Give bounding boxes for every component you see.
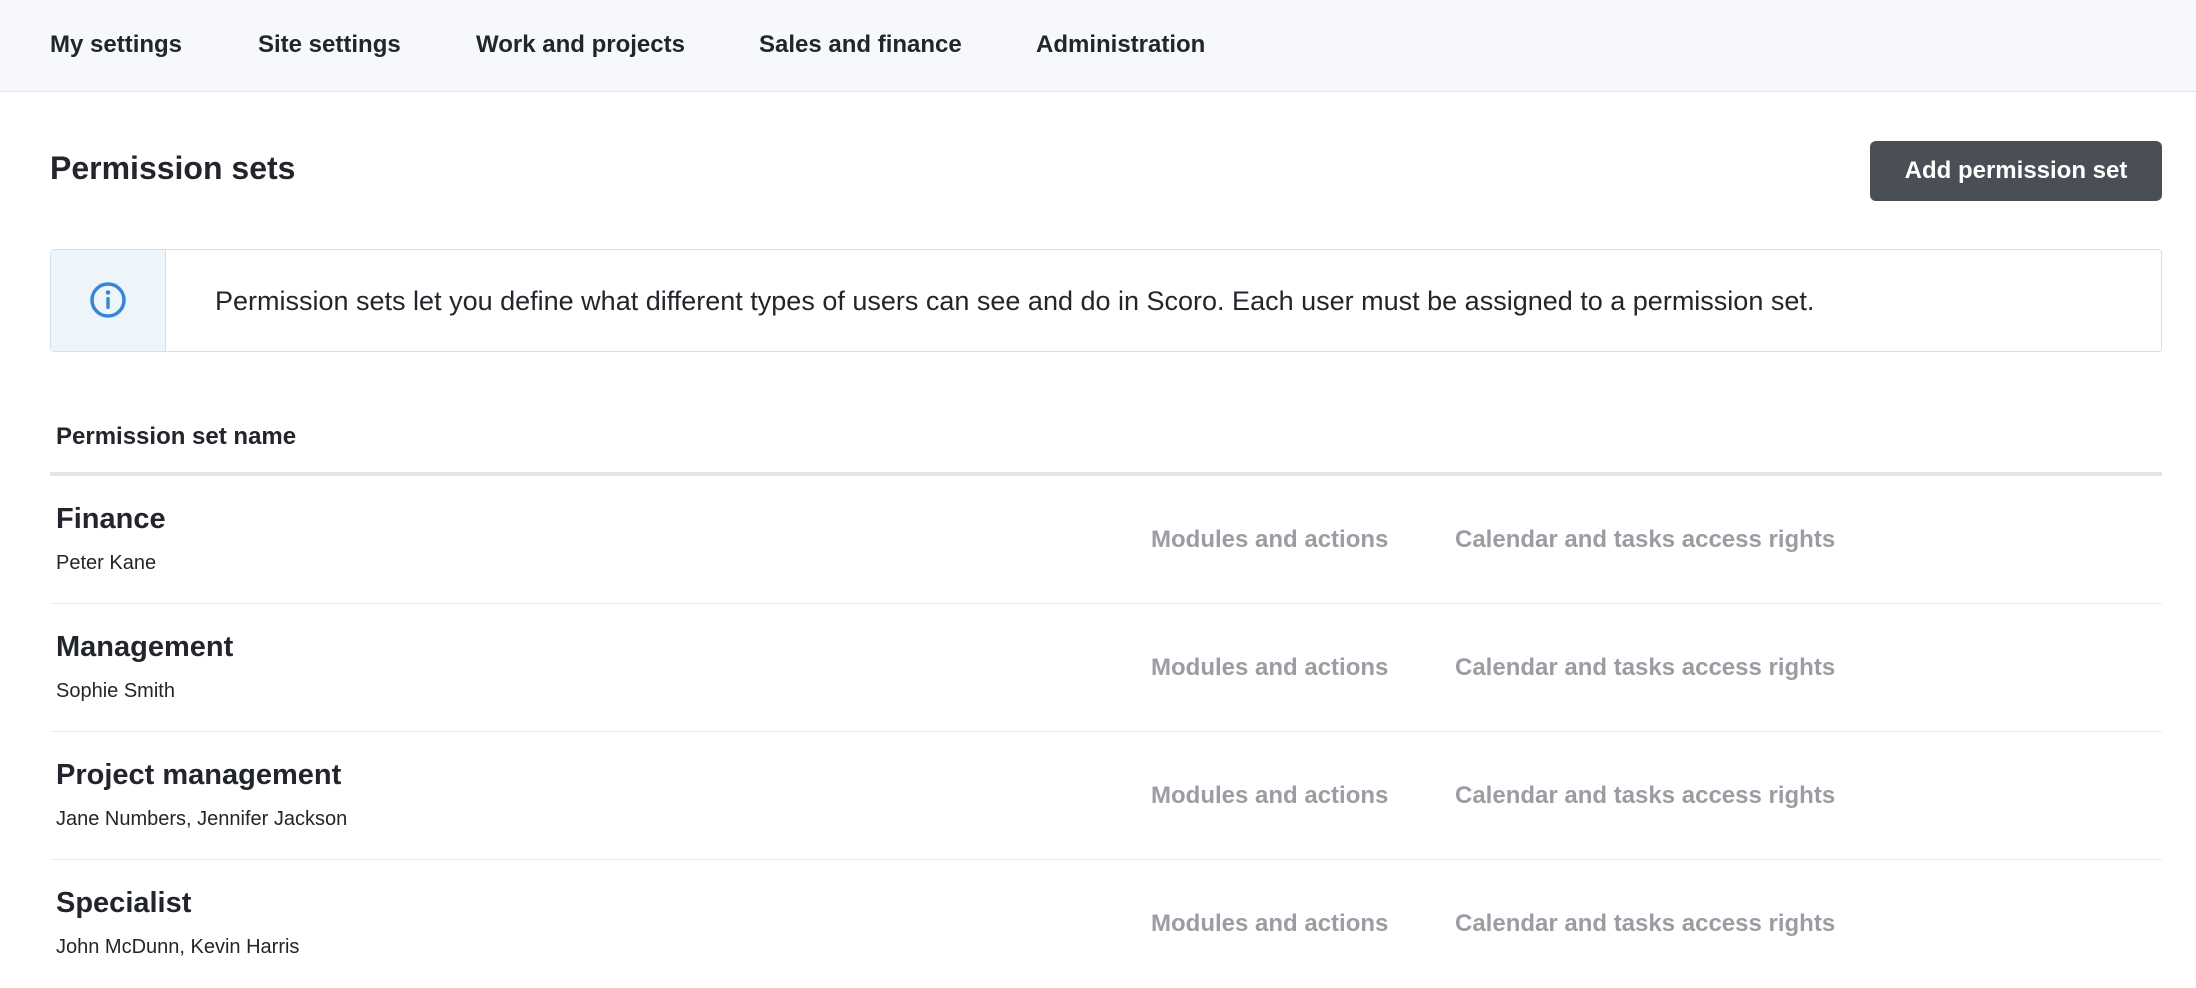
nav-tab-administration[interactable]: Administration <box>1036 31 1205 59</box>
permission-set-users: Jane Numbers, Jennifer Jackson <box>56 808 348 830</box>
info-text: Permission sets let you define what diff… <box>215 286 1815 316</box>
modules-and-actions-link[interactable]: Modules and actions <box>1151 782 1388 810</box>
modules-and-actions-link[interactable]: Modules and actions <box>1151 526 1388 554</box>
modules-and-actions-link[interactable]: Modules and actions <box>1151 910 1388 938</box>
nav-tab-site-settings[interactable]: Site settings <box>258 31 401 59</box>
permission-set-name[interactable]: Project management <box>56 759 341 792</box>
page-title: Permission sets <box>50 150 296 186</box>
column-header-permission-set-name[interactable]: Permission set name <box>56 423 296 451</box>
nav-tab-my-settings[interactable]: My settings <box>50 31 182 59</box>
calendar-and-tasks-access-link[interactable]: Calendar and tasks access rights <box>1455 526 1835 554</box>
permission-set-name[interactable]: Finance <box>56 503 166 536</box>
info-circle-icon <box>90 282 126 318</box>
permission-set-users: Peter Kane <box>56 552 157 574</box>
info-icon-cell <box>51 250 166 351</box>
table-row[interactable]: Specialist John McDunn, Kevin Harris Mod… <box>50 860 2162 988</box>
table-row[interactable]: Finance Peter Kane Modules and actions C… <box>50 476 2162 604</box>
permission-set-users: Sophie Smith <box>56 680 175 702</box>
nav-tab-work-and-projects[interactable]: Work and projects <box>476 31 685 59</box>
nav-tab-sales-and-finance[interactable]: Sales and finance <box>759 31 962 59</box>
calendar-and-tasks-access-link[interactable]: Calendar and tasks access rights <box>1455 910 1835 938</box>
modules-and-actions-link[interactable]: Modules and actions <box>1151 654 1388 682</box>
info-banner: Permission sets let you define what diff… <box>50 249 2162 352</box>
permission-set-name[interactable]: Specialist <box>56 887 191 920</box>
top-navigation: My settings Site settings Work and proje… <box>0 0 2196 92</box>
table-row[interactable]: Project management Jane Numbers, Jennife… <box>50 732 2162 860</box>
permission-set-users: John McDunn, Kevin Harris <box>56 936 300 958</box>
table-row[interactable]: Management Sophie Smith Modules and acti… <box>50 604 2162 732</box>
calendar-and-tasks-access-link[interactable]: Calendar and tasks access rights <box>1455 782 1835 810</box>
permission-set-name[interactable]: Management <box>56 631 233 664</box>
table-header: Permission set name <box>50 400 2162 476</box>
add-permission-set-button[interactable]: Add permission set <box>1870 141 2162 201</box>
calendar-and-tasks-access-link[interactable]: Calendar and tasks access rights <box>1455 654 1835 682</box>
